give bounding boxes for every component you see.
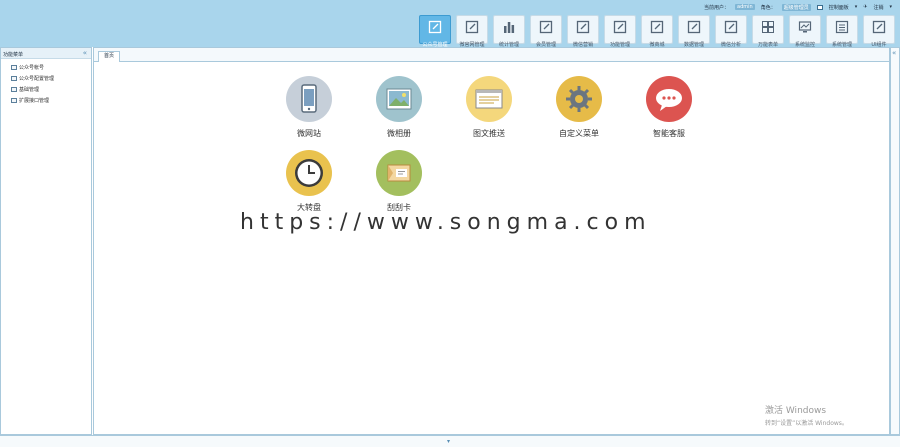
browser-icon	[466, 76, 512, 122]
edit-icon	[465, 19, 479, 38]
edit-icon	[872, 19, 886, 38]
menu-item-label: 公众号配置管理	[19, 76, 55, 82]
chevron-down-icon[interactable]: ▾	[855, 4, 858, 10]
toolbar-button-8[interactable]: 微信分析	[715, 15, 747, 48]
app-shortcut[interactable]: 微相册	[369, 74, 429, 142]
app-shortcut[interactable]: 刮刮卡	[369, 148, 429, 216]
edit-icon	[428, 19, 442, 38]
menu-item[interactable]: 公众号帐号	[1, 62, 91, 73]
left-panel-header: 功能菜单 «	[1, 48, 91, 59]
app-window: 当前用户： admin 角色： 超级管理员 控制面板 ▾ ✈ 注销 ▾ 公众号管…	[0, 0, 900, 447]
edit-icon	[613, 19, 627, 38]
edit-icon	[576, 19, 590, 38]
user-bar: 当前用户： admin 角色： 超级管理员 控制面板 ▾ ✈ 注销 ▾	[704, 2, 892, 12]
phone-icon	[286, 76, 332, 122]
app-shortcut-label: 微网站	[297, 129, 321, 138]
app-shortcut-label: 自定义菜单	[559, 129, 599, 138]
app-shortcut-label: 微相册	[387, 129, 411, 138]
bar-chart-icon	[502, 19, 516, 38]
app-shortcut[interactable]: 微网站	[279, 74, 339, 142]
monitor-icon	[798, 19, 812, 38]
toolbar-button-0[interactable]: 公众号管理	[419, 15, 451, 48]
menu-item[interactable]: 扩展接口管理	[1, 95, 91, 106]
left-menu-panel: 功能菜单 « 公众号帐号公众号配置管理 基础管理扩展接口管理	[0, 47, 92, 435]
bottom-bar: ▾	[0, 435, 900, 447]
edit-icon	[724, 19, 738, 38]
top-header: 当前用户： admin 角色： 超级管理员 控制面板 ▾ ✈ 注销 ▾ 公众号管…	[0, 0, 900, 48]
toolbar-button-7[interactable]: 数据管理	[678, 15, 710, 48]
folder-icon	[11, 76, 17, 81]
tab-bar: 首页	[94, 48, 889, 62]
menu-item-label: 公众号帐号	[19, 65, 45, 71]
toolbar-button-10[interactable]: 系统监控	[789, 15, 821, 48]
toolbar-button-3[interactable]: 会员管理	[530, 15, 562, 48]
collapse-left-icon[interactable]: «	[83, 49, 87, 57]
app-shortcut-label: 智能客服	[653, 129, 685, 138]
menu-item-label: 扩展接口管理	[19, 98, 50, 104]
menu-item[interactable]: 公众号配置管理	[1, 73, 91, 84]
folder-icon	[11, 87, 17, 92]
toolbar-button-5[interactable]: 功能管理	[604, 15, 636, 48]
clock-icon	[286, 150, 332, 196]
edit-icon	[539, 19, 553, 38]
user-label: 当前用户：	[704, 4, 730, 11]
tab-home[interactable]: 首页	[98, 51, 120, 62]
edit-icon	[650, 19, 664, 38]
activation-title: 激活 Windows	[765, 406, 827, 416]
left-panel-title: 功能菜单	[3, 52, 24, 58]
logout-link[interactable]: 注销	[873, 4, 883, 11]
site-watermark: https://www.songma.com	[240, 210, 652, 235]
app-shortcut-label: 图文推送	[473, 129, 505, 138]
chat-icon	[646, 76, 692, 122]
toolbar-button-2[interactable]: 统计管理	[493, 15, 525, 48]
grid-icon	[761, 19, 775, 38]
activation-subtitle: 转到“设置”以激活 Windows。	[765, 420, 848, 427]
toolbar-button-12[interactable]: UI组件	[863, 15, 895, 48]
user-value: admin	[735, 4, 755, 10]
gear-icon	[556, 76, 602, 122]
monitor-small-icon	[816, 4, 823, 10]
plane-icon: ✈	[863, 4, 868, 10]
menu-list: 公众号帐号公众号配置管理 基础管理扩展接口管理	[1, 59, 91, 106]
main-content-panel: 首页 微网站 微相册 图文推送 自定义菜单 智能客服大转盘 刮刮卡	[93, 47, 890, 435]
chevron-down-icon[interactable]: ▾	[889, 4, 892, 10]
toolbar-button-11[interactable]: 系统管理	[826, 15, 858, 48]
role-value: 超级管理员	[781, 3, 811, 11]
app-shortcut[interactable]: 大转盘	[279, 148, 339, 216]
collapse-bottom-icon[interactable]: ▾	[447, 438, 450, 445]
edit-icon	[687, 19, 701, 38]
toolbar-button-9[interactable]: 万能表单	[752, 15, 784, 48]
toolbar-button-4[interactable]: 微信营销	[567, 15, 599, 48]
folder-icon	[11, 65, 17, 70]
right-collapsed-panel: «	[890, 47, 900, 435]
folder-icon	[11, 98, 17, 103]
role-label: 角色：	[760, 4, 776, 11]
ticket-icon	[376, 150, 422, 196]
list-icon	[835, 19, 849, 38]
app-shortcut[interactable]: 自定义菜单	[549, 74, 609, 142]
photo-icon	[376, 76, 422, 122]
menu-item-label: 基础管理	[19, 87, 40, 93]
main-toolbar: 公众号管理 微官网管理 统计管理 会员管理 微信营销 功能管理 微商城 数据管理 微信分析 万能表…	[419, 15, 895, 48]
app-shortcut[interactable]: 智能客服	[639, 74, 699, 142]
toolbar-button-1[interactable]: 微官网管理	[456, 15, 488, 48]
control-panel-link[interactable]: 控制面板	[829, 4, 849, 11]
menu-item[interactable]: 基础管理	[1, 84, 91, 95]
app-shortcut[interactable]: 图文推送	[459, 74, 519, 142]
toolbar-button-6[interactable]: 微商城	[641, 15, 673, 48]
expand-right-icon[interactable]: «	[892, 49, 896, 57]
windows-activation-notice: 激活 Windows 转到“设置”以激活 Windows。	[765, 403, 848, 427]
